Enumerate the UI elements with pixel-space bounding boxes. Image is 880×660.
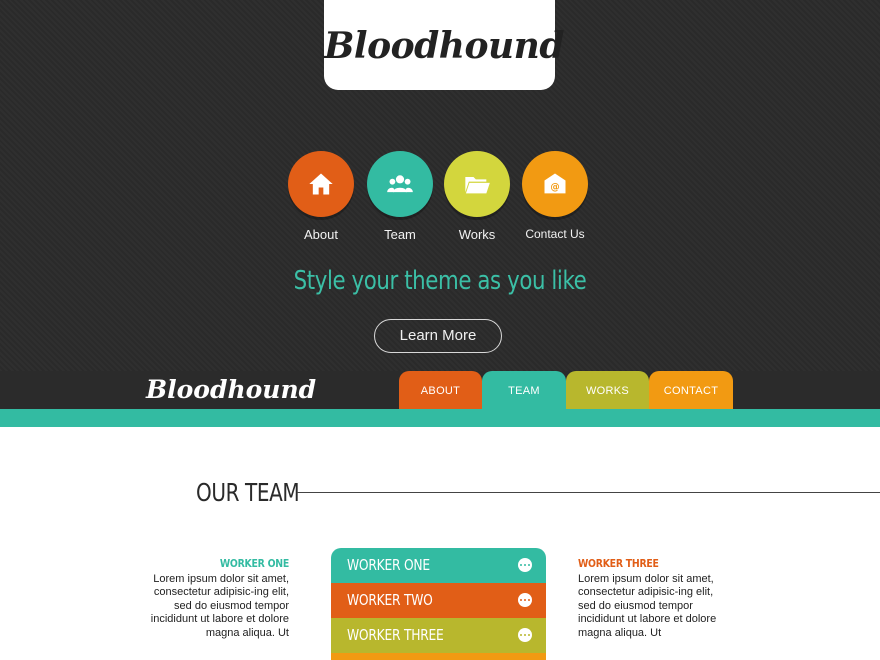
team-icon — [387, 175, 413, 193]
section-divider — [297, 492, 880, 493]
feature-circles: About Team Works @ Contact Us — [0, 151, 880, 251]
site-logo[interactable]: Bloodhound — [324, 25, 565, 67]
circle-about[interactable]: About — [281, 151, 361, 242]
accordion-item-worker-one[interactable]: WORKER ONE — [331, 548, 546, 583]
logo-tab[interactable]: Bloodhound — [324, 0, 565, 90]
nav-logo[interactable]: Bloodhound — [146, 371, 316, 409]
folder-icon — [465, 177, 490, 194]
circle-contact-label: Contact Us — [525, 227, 585, 241]
circle-team-label: Team — [384, 227, 416, 242]
circle-works-button[interactable] — [444, 151, 510, 217]
worker-card-left: WORKER ONE Lorem ipsum dolor sit amet, c… — [150, 557, 289, 640]
home-icon — [309, 173, 333, 195]
learn-more-button[interactable]: Learn More — [374, 319, 502, 353]
accordion-label: WORKER ONE — [347, 556, 430, 574]
circle-works-label: Works — [458, 227, 496, 242]
worker-name: WORKER ONE — [219, 557, 289, 570]
nav-tab-about[interactable]: ABOUT — [399, 371, 482, 409]
hero-tagline: Style your theme as you like — [293, 266, 587, 296]
section-title: OUR TEAM — [196, 478, 300, 507]
circle-about-label: About — [304, 227, 338, 242]
nav-accent-strip — [0, 409, 880, 427]
circle-contact-button[interactable]: @ — [522, 151, 588, 217]
mail-icon: @ — [544, 173, 566, 194]
worker-card-right: WORKER THREE Lorem ipsum dolor sit amet,… — [578, 557, 723, 640]
more-icon[interactable] — [518, 628, 532, 642]
worker-description: Lorem ipsum dolor sit amet, consectetur … — [578, 573, 717, 639]
circle-team-button[interactable] — [367, 151, 433, 217]
circle-about-button[interactable] — [288, 151, 354, 217]
more-icon[interactable] — [518, 558, 532, 572]
accordion-label: WORKER THREE — [347, 626, 444, 644]
svg-text:@: @ — [550, 182, 559, 193]
circle-contact[interactable]: @ Contact Us — [515, 151, 595, 241]
accordion-item-worker-two[interactable]: WORKER TWO — [331, 583, 546, 618]
main-navbar: Bloodhound ABOUT TEAM WORKS CONTACT — [0, 371, 880, 409]
team-accordion: WORKER ONE WORKER TWO WORKER THREE — [331, 548, 546, 660]
worker-description: Lorem ipsum dolor sit amet, consectetur … — [150, 573, 289, 639]
accordion-item-next — [331, 653, 546, 660]
accordion-label: WORKER TWO — [347, 591, 433, 609]
circle-works[interactable]: Works — [437, 151, 517, 242]
accordion-item-worker-three[interactable]: WORKER THREE — [331, 618, 546, 653]
nav-tab-team[interactable]: TEAM — [482, 371, 566, 409]
worker-name: WORKER THREE — [578, 557, 659, 570]
more-icon[interactable] — [518, 593, 532, 607]
nav-tab-contact[interactable]: CONTACT — [649, 371, 733, 409]
hero-section: Bloodhound About Team Works @ Contact Us… — [0, 0, 880, 371]
nav-tab-works[interactable]: WORKS — [566, 371, 649, 409]
circle-team[interactable]: Team — [360, 151, 440, 242]
